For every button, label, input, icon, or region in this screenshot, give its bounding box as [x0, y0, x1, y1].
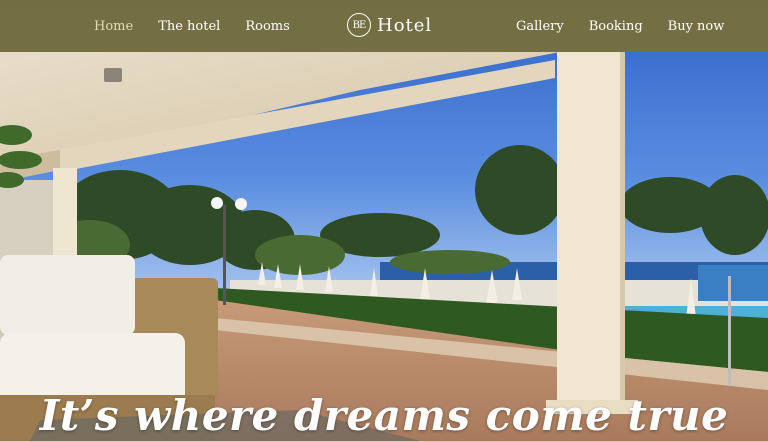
nav-link-home[interactable]: Home [94, 19, 133, 34]
primary-nav-left: Home The hotel Rooms [94, 0, 290, 52]
hero-scene [0, 0, 768, 441]
nav-link-the-hotel[interactable]: The hotel [158, 19, 220, 34]
nav-link-gallery[interactable]: Gallery [516, 19, 564, 34]
nav-link-buy-now[interactable]: Buy now [668, 19, 725, 34]
brand-name: Hotel [377, 14, 433, 36]
top-navigation-bar: Home The hotel Rooms BE Hotel Gallery Bo… [0, 0, 768, 52]
hero-image [0, 0, 768, 441]
nav-link-rooms[interactable]: Rooms [245, 19, 289, 34]
brand-logo[interactable]: BE Hotel [347, 13, 432, 37]
nav-link-booking[interactable]: Booking [589, 19, 643, 34]
brand-monogram-icon: BE [347, 13, 371, 37]
primary-nav-right: Gallery Booking Buy now [516, 0, 724, 52]
hero-tagline: It’s where dreams come true [39, 391, 729, 441]
